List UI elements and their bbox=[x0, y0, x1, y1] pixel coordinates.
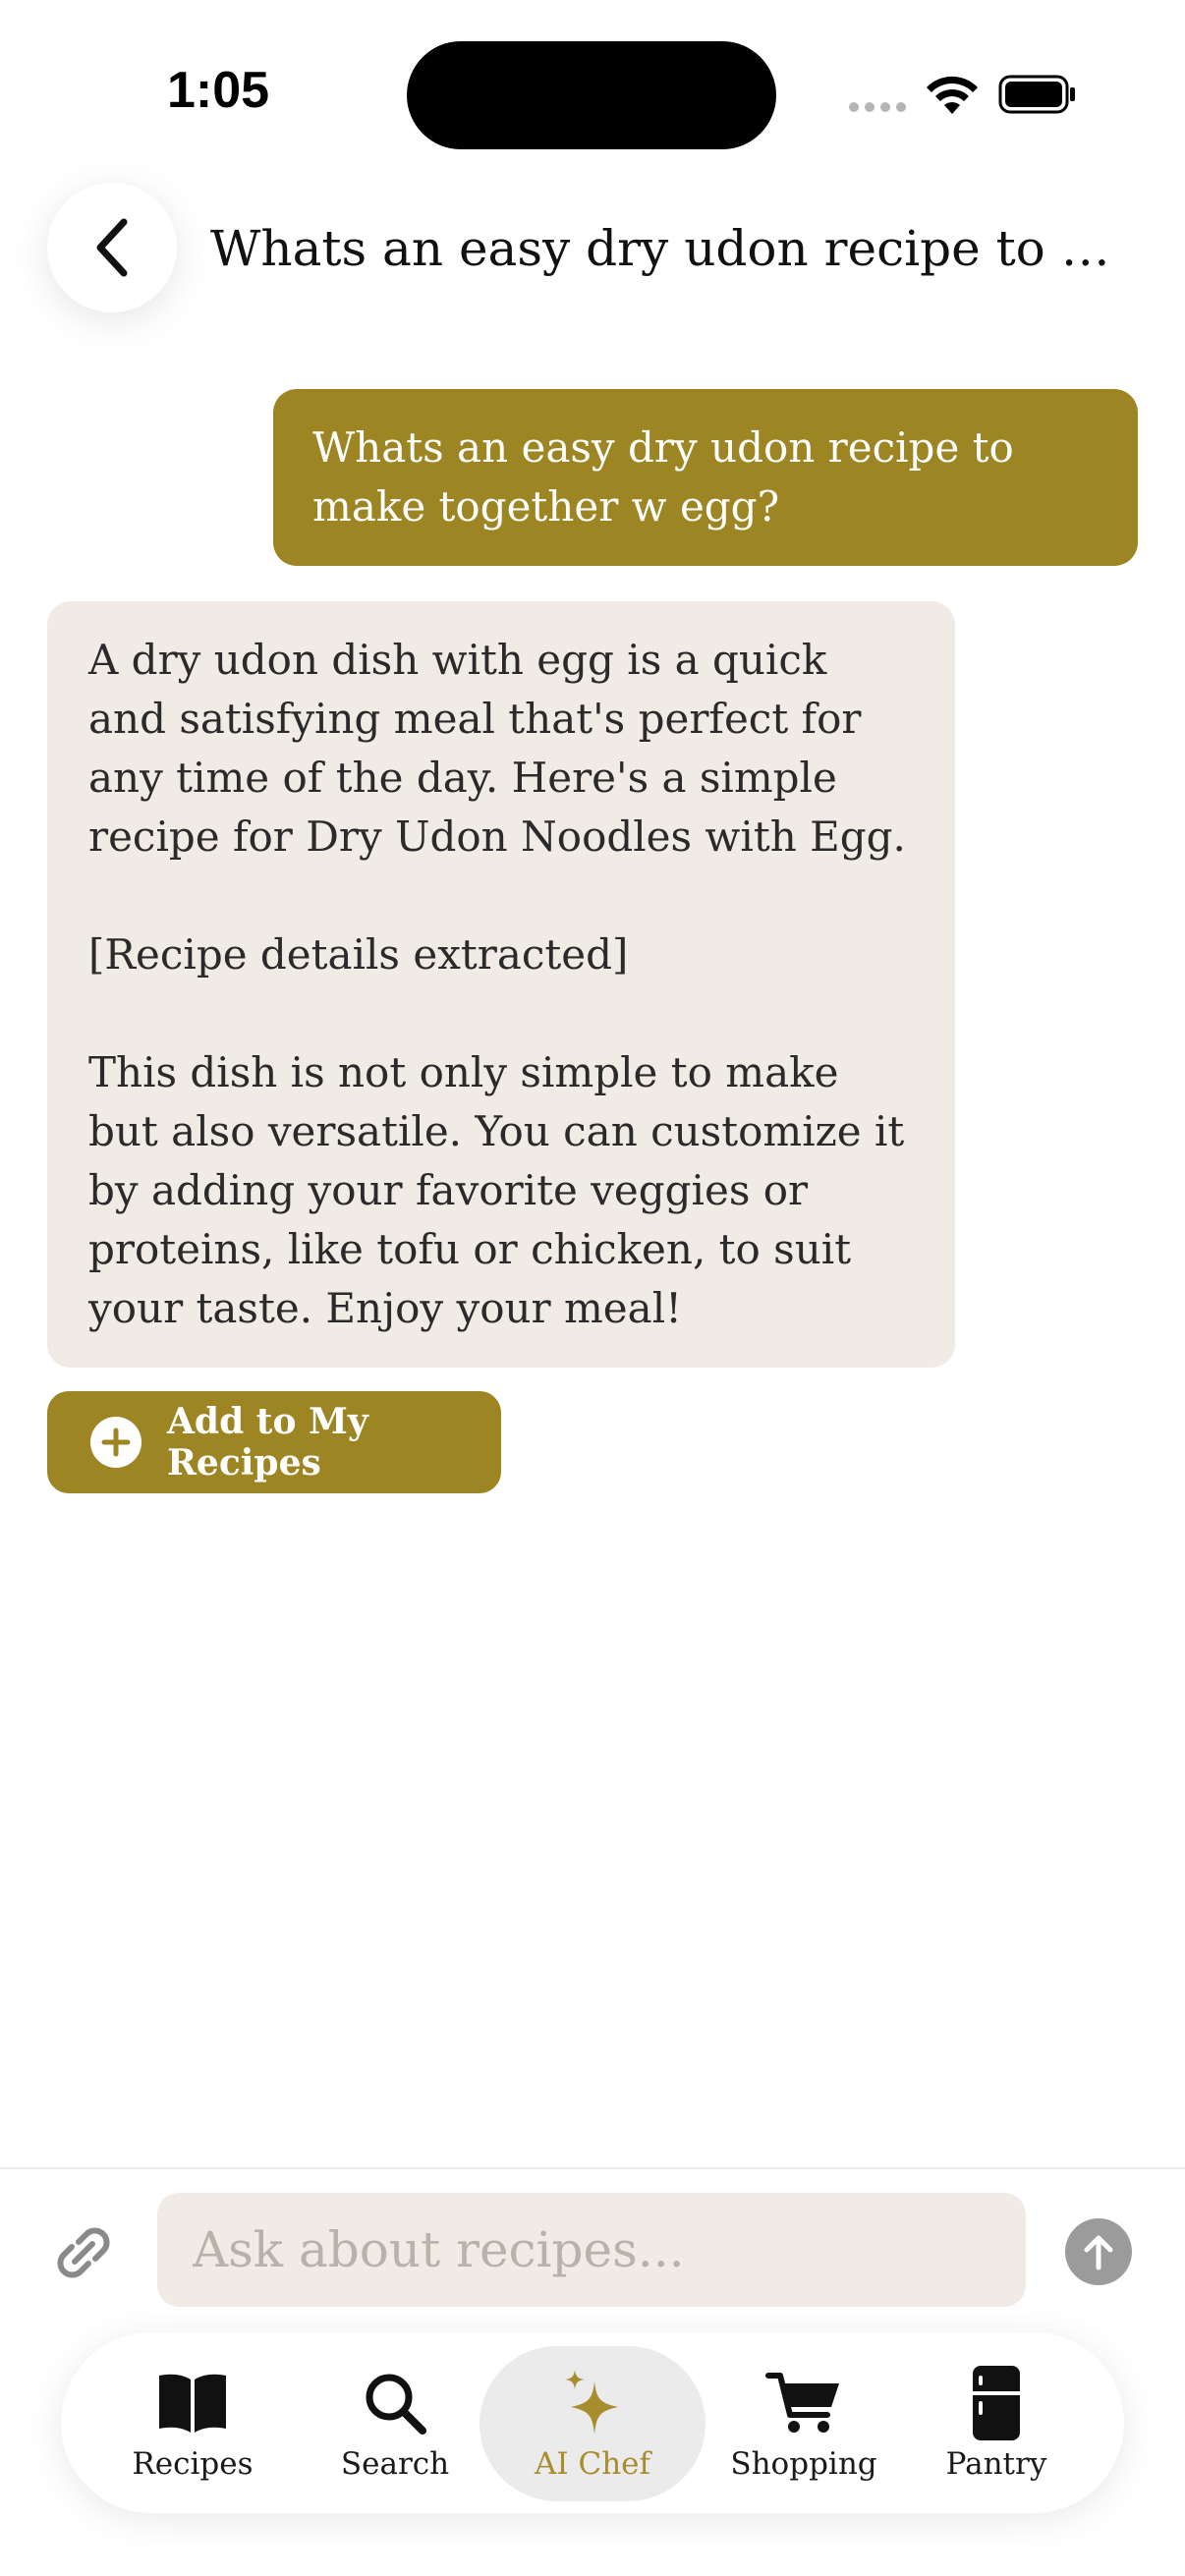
sparkles-icon bbox=[565, 2370, 618, 2435]
fridge-icon bbox=[973, 2366, 1020, 2440]
dynamic-island bbox=[407, 41, 776, 149]
add-to-my-recipes-button[interactable]: Add to My Recipes bbox=[47, 1391, 501, 1493]
tab-pantry[interactable]: Pantry bbox=[918, 2332, 1075, 2513]
chat-input[interactable] bbox=[157, 2193, 1026, 2307]
chevron-left-icon bbox=[96, 218, 128, 277]
search-icon bbox=[366, 2374, 426, 2435]
tab-label: AI Chef bbox=[535, 2446, 650, 2482]
arrow-up-icon bbox=[1084, 2235, 1113, 2270]
battery-icon bbox=[998, 75, 1075, 114]
cart-icon bbox=[765, 2373, 839, 2433]
wifi-icon bbox=[927, 76, 978, 114]
tab-bar: Recipes Search AI Chef Shopping Pantry bbox=[61, 2332, 1124, 2513]
add-to-my-recipes-label: Add to My Recipes bbox=[167, 1401, 368, 1484]
assistant-paragraph: A dry udon dish with egg is a quick and … bbox=[88, 636, 906, 861]
tab-ai-chef[interactable]: AI Chef bbox=[480, 2332, 705, 2513]
tab-shopping[interactable]: Shopping bbox=[715, 2332, 892, 2513]
assistant-message: A dry udon dish with egg is a quick and … bbox=[47, 601, 955, 1368]
link-attach-icon[interactable] bbox=[49, 2218, 118, 2287]
plus-circle-icon bbox=[90, 1417, 141, 1468]
tab-recipes[interactable]: Recipes bbox=[114, 2332, 271, 2513]
book-icon bbox=[159, 2374, 226, 2433]
chat-title: Whats an easy dry udon recipe to make to… bbox=[210, 220, 1134, 277]
tab-search[interactable]: Search bbox=[316, 2332, 474, 2513]
send-button[interactable] bbox=[1065, 2218, 1132, 2285]
status-time: 1:05 bbox=[167, 62, 270, 119]
assistant-paragraph: This dish is not only simple to make but… bbox=[88, 1048, 905, 1332]
tab-label: Pantry bbox=[945, 2446, 1047, 2482]
assistant-paragraph: [Recipe details extracted] bbox=[88, 930, 629, 979]
tab-label: Search bbox=[340, 2446, 450, 2482]
composer-divider bbox=[0, 2167, 1185, 2169]
back-button[interactable] bbox=[47, 183, 177, 312]
tab-label: Shopping bbox=[730, 2446, 877, 2482]
user-message: Whats an easy dry udon recipe to make to… bbox=[273, 389, 1138, 566]
tab-label: Recipes bbox=[132, 2446, 254, 2482]
cellular-signal-icon bbox=[849, 102, 906, 112]
